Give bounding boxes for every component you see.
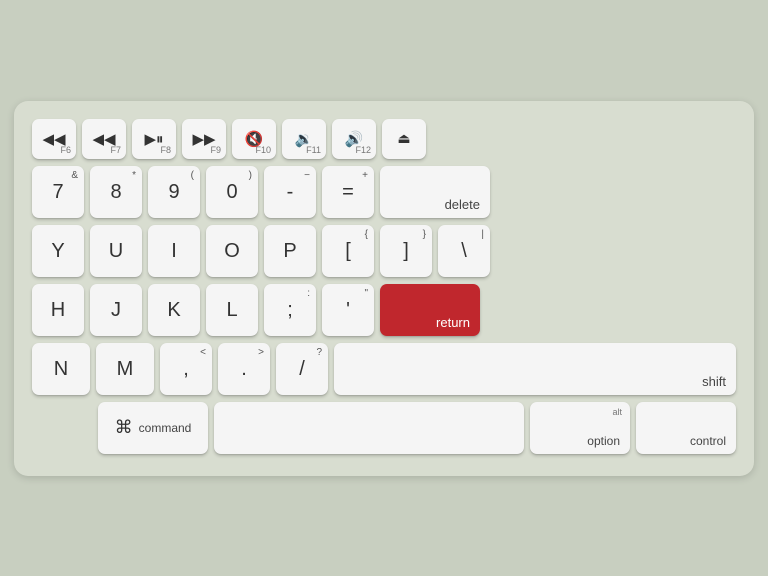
shift-label: shift (702, 374, 726, 389)
eject-icon: ⏏ (397, 131, 410, 146)
key-9[interactable]: ( 9 (148, 166, 200, 218)
key-bracket-open[interactable]: { [ (322, 225, 374, 277)
option-label: option (587, 434, 620, 448)
key-k[interactable]: K (148, 284, 200, 336)
control-label: control (690, 434, 726, 448)
key-f8[interactable]: ▶⏸ F8 (132, 119, 176, 159)
key-f7[interactable]: ◀◀ F7 (82, 119, 126, 159)
key-bracket-close[interactable]: } ] (380, 225, 432, 277)
delete-label: delete (445, 197, 480, 212)
return-label: return (436, 315, 470, 330)
f7-label: F7 (110, 145, 121, 155)
key-u[interactable]: U (90, 225, 142, 277)
key-n[interactable]: N (32, 343, 90, 395)
key-7[interactable]: & 7 (32, 166, 84, 218)
key-semicolon[interactable]: : ; (264, 284, 316, 336)
key-command[interactable]: ⌘ command (98, 402, 208, 454)
key-0[interactable]: ) 0 (206, 166, 258, 218)
command-symbol: ⌘ (115, 417, 133, 438)
key-l[interactable]: L (206, 284, 258, 336)
key-minus[interactable]: − - (264, 166, 316, 218)
key-8[interactable]: * 8 (90, 166, 142, 218)
key-period[interactable]: > . (218, 343, 270, 395)
f10-label: F10 (255, 145, 271, 155)
bottom-row: N M < , > . ? / shift (32, 343, 736, 395)
alt-label: alt (612, 407, 622, 417)
key-j[interactable]: J (90, 284, 142, 336)
key-f10[interactable]: 🔇 F10 (232, 119, 276, 159)
key-h[interactable]: H (32, 284, 84, 336)
key-i[interactable]: I (148, 225, 200, 277)
key-space[interactable] (214, 402, 524, 454)
key-option[interactable]: alt option (530, 402, 630, 454)
key-f6[interactable]: ◀◀ F6 (32, 119, 76, 159)
space-row: ⌘ command alt option control (32, 402, 736, 454)
key-p[interactable]: P (264, 225, 316, 277)
key-eject[interactable]: ⏏ (382, 119, 426, 159)
fn-row: ◀◀ F6 ◀◀ F7 ▶⏸ F8 ▶▶ F9 🔇 F10 🔉 F11 🔊 F1… (32, 119, 736, 159)
home-row: H J K L : ; " ' return (32, 284, 736, 336)
f8-label: F8 (160, 145, 171, 155)
f11-label: F11 (306, 145, 321, 155)
qwerty-row: Y U I O P { [ } ] | \ (32, 225, 736, 277)
key-comma[interactable]: < , (160, 343, 212, 395)
f12-label: F12 (355, 145, 371, 155)
key-m[interactable]: M (96, 343, 154, 395)
key-quote[interactable]: " ' (322, 284, 374, 336)
key-slash[interactable]: ? / (276, 343, 328, 395)
key-f12[interactable]: 🔊 F12 (332, 119, 376, 159)
key-equal[interactable]: + = (322, 166, 374, 218)
key-f11[interactable]: 🔉 F11 (282, 119, 326, 159)
keyboard: ◀◀ F6 ◀◀ F7 ▶⏸ F8 ▶▶ F9 🔇 F10 🔉 F11 🔊 F1… (14, 101, 754, 476)
key-delete[interactable]: delete (380, 166, 490, 218)
command-label: command (139, 421, 192, 435)
key-y[interactable]: Y (32, 225, 84, 277)
key-return[interactable]: return (380, 284, 480, 336)
f9-label: F9 (210, 145, 221, 155)
number-row: & 7 * 8 ( 9 ) 0 − - + = delete (32, 166, 736, 218)
key-backslash[interactable]: | \ (438, 225, 490, 277)
key-shift[interactable]: shift (334, 343, 736, 395)
key-control[interactable]: control (636, 402, 736, 454)
key-o[interactable]: O (206, 225, 258, 277)
f6-label: F6 (60, 145, 71, 155)
key-f9[interactable]: ▶▶ F9 (182, 119, 226, 159)
